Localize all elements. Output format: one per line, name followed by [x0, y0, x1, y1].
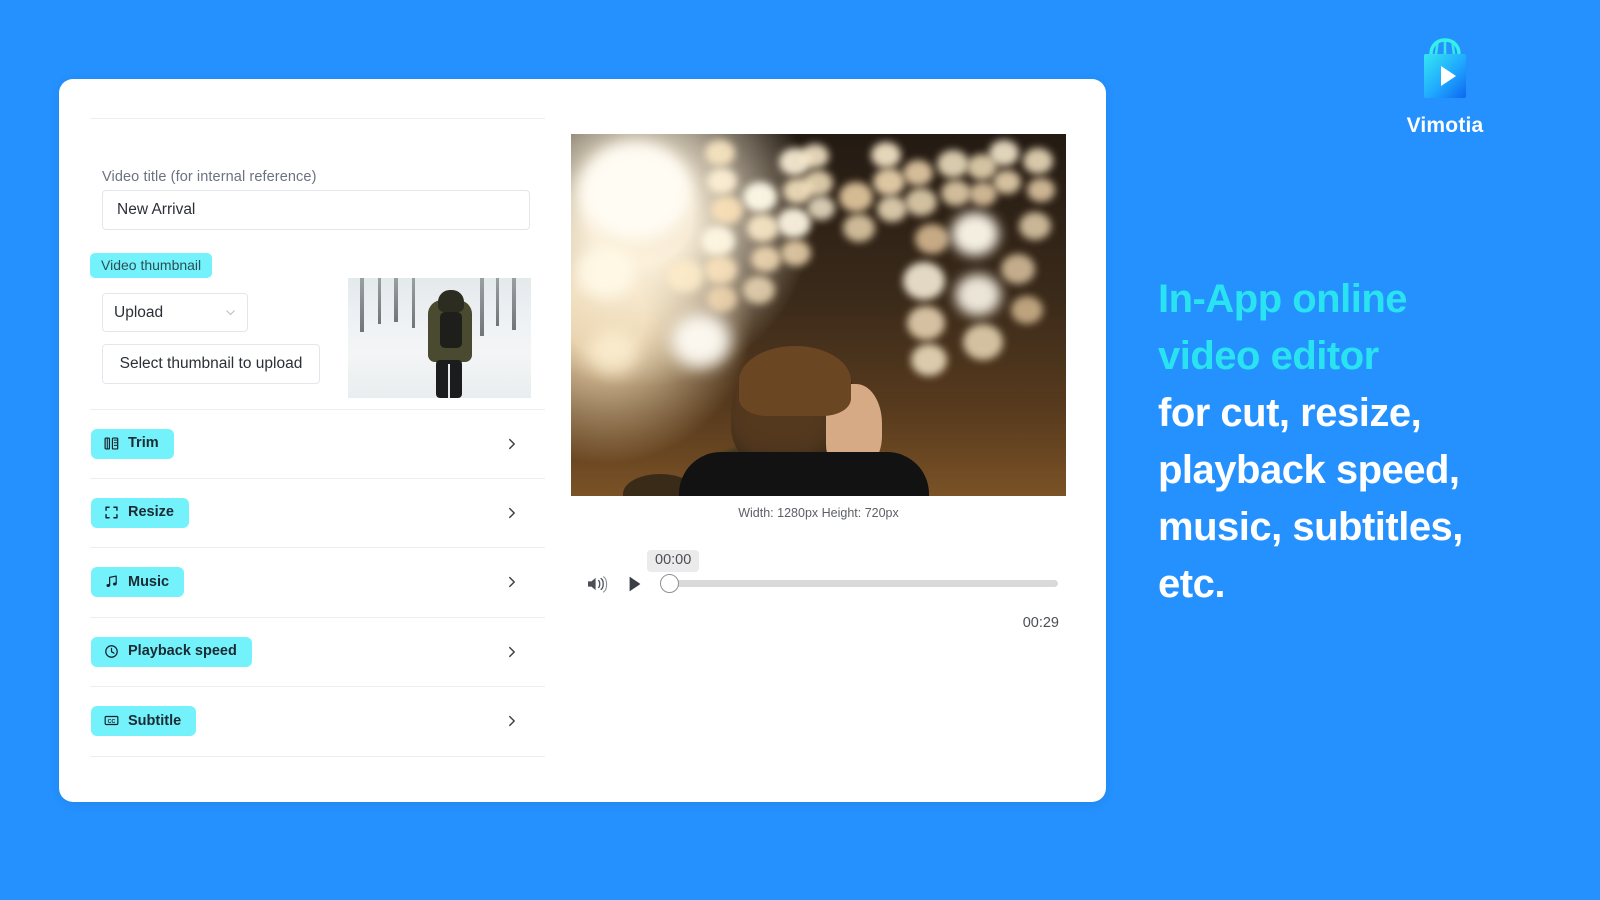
headline-line-1: In-App online: [1158, 277, 1408, 321]
feature-pill-subtitle[interactable]: CC Subtitle: [91, 706, 197, 737]
music-note-icon: [104, 574, 119, 589]
video-editor-card: Video title (for internal reference) Vid…: [59, 79, 1106, 802]
brand-block: Vimotia: [1345, 32, 1545, 138]
feature-row-music[interactable]: Music: [90, 548, 545, 618]
volume-up-icon[interactable]: [586, 574, 608, 594]
headline-line-6: etc.: [1158, 562, 1225, 606]
video-title-label: Video title (for internal reference): [102, 169, 317, 185]
film-strip-icon: [104, 436, 119, 451]
video-figure-hair: [739, 346, 851, 416]
form-top-divider: [90, 118, 545, 119]
feature-row-subtitle[interactable]: CC Subtitle: [90, 687, 545, 757]
thumbnail-preview-image: [348, 278, 531, 398]
feature-pill-resize[interactable]: Resize: [91, 497, 189, 528]
closed-caption-icon: CC: [104, 713, 119, 728]
feature-label-resize: Resize: [128, 504, 174, 520]
brand-name: Vimotia: [1406, 114, 1484, 137]
chevron-right-icon[interactable]: [505, 645, 519, 659]
feature-row-playback-speed[interactable]: Playback speed: [90, 618, 545, 687]
select-thumbnail-button[interactable]: Select thumbnail to upload: [102, 344, 320, 384]
video-thumbnail-badge: Video thumbnail: [90, 253, 213, 278]
marketing-headline: In-App online video editor for cut, resi…: [1158, 271, 1558, 613]
feature-row-resize[interactable]: Resize: [90, 479, 545, 548]
video-preview[interactable]: [571, 134, 1066, 496]
chevron-right-icon[interactable]: [505, 714, 519, 728]
feature-label-music: Music: [128, 573, 170, 590]
thumbnail-source-value: Upload: [114, 303, 164, 321]
chevron-right-icon[interactable]: [505, 506, 519, 520]
feature-pill-music[interactable]: Music: [91, 567, 185, 598]
video-dimensions-label: Width: 1280px Height: 720px: [738, 506, 899, 520]
headline-line-2: video editor: [1158, 334, 1379, 378]
play-icon[interactable]: [626, 574, 644, 594]
chevron-down-icon: [225, 307, 236, 318]
feature-pill-playback-speed[interactable]: Playback speed: [91, 636, 252, 667]
thumbnail-source-select[interactable]: Upload: [102, 293, 248, 332]
feature-label-trim: Trim: [128, 435, 159, 451]
video-player-panel: Width: 1280px Height: 720px 00:00 00:29: [571, 134, 1067, 754]
chevron-right-icon[interactable]: [505, 575, 519, 589]
video-figure-body: [679, 452, 929, 496]
feature-pill-trim[interactable]: Trim: [91, 428, 174, 459]
feature-list: Trim Resize Music Playback speed CC Subt…: [90, 409, 545, 757]
video-duration-label: 00:29: [1022, 615, 1059, 631]
headline-line-3: for cut, resize,: [1158, 391, 1422, 435]
player-transport-controls: 00:00 00:29: [571, 550, 1066, 631]
video-title-input[interactable]: [102, 190, 530, 230]
feature-label-playback-speed: Playback speed: [128, 643, 237, 659]
chevron-right-icon[interactable]: [505, 437, 519, 451]
feature-label-subtitle: Subtitle: [128, 712, 182, 729]
playback-scrubber-thumb[interactable]: [660, 574, 679, 593]
crop-corners-icon: [104, 505, 119, 520]
clock-icon: [104, 644, 119, 659]
svg-text:CC: CC: [108, 719, 116, 725]
headline-line-4: playback speed,: [1158, 448, 1460, 492]
shopping-bag-play-icon: [1345, 32, 1545, 108]
playback-scrubber-track[interactable]: [668, 580, 1058, 587]
editor-settings-panel: Video title (for internal reference) Vid…: [90, 118, 562, 768]
feature-row-trim[interactable]: Trim: [90, 409, 545, 479]
current-time-tooltip: 00:00: [647, 550, 700, 572]
headline-line-5: music, subtitles,: [1158, 505, 1463, 549]
